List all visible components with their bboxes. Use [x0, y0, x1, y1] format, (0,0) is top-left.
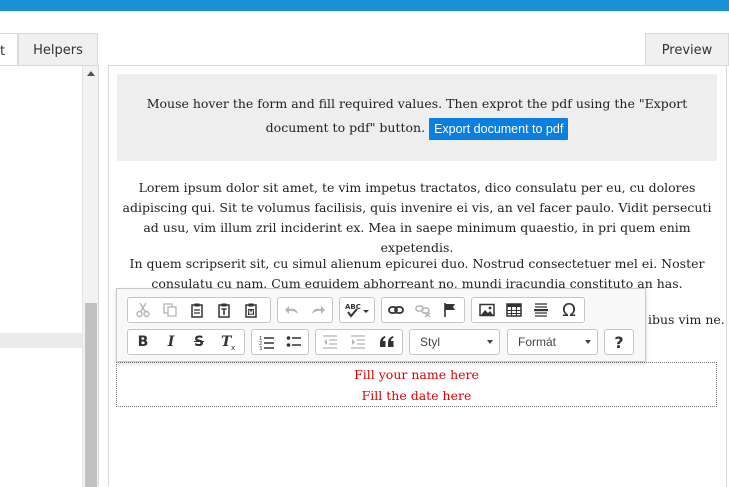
spellcheck-icon[interactable]: ABC [341, 298, 375, 322]
editable-region[interactable]: Fill your name here Fill the date here [116, 362, 717, 407]
tab-helpers[interactable]: Helpers [18, 33, 98, 66]
horizontal-rule-icon[interactable] [528, 298, 554, 322]
blockquote-icon[interactable] [374, 330, 400, 354]
help-button[interactable]: ? [606, 330, 632, 354]
anchor-icon[interactable] [437, 298, 463, 322]
left-scrollbar[interactable] [82, 66, 98, 487]
unlink-icon[interactable] [410, 298, 436, 322]
editor-toolbar: ABC Ω B I S Tx 123 Styl Formát ? [116, 288, 646, 362]
indent-group [315, 329, 403, 355]
svg-text:3: 3 [259, 346, 262, 350]
bulleted-list-icon[interactable] [281, 330, 307, 354]
special-char-icon[interactable]: Ω [556, 298, 582, 322]
top-bar [0, 0, 729, 11]
indent-icon[interactable] [345, 330, 371, 354]
date-field[interactable]: Fill the date here [117, 385, 716, 406]
list-group: 123 [251, 329, 309, 355]
tab-partial-label: t [0, 44, 6, 59]
left-selected-row[interactable] [0, 333, 82, 348]
table-icon[interactable] [501, 298, 527, 322]
redo-icon[interactable] [305, 298, 331, 322]
paste-text-icon[interactable] [211, 298, 237, 322]
chevron-down-icon [487, 340, 493, 344]
style-combo[interactable]: Styl [409, 329, 500, 355]
svg-text:x: x [231, 344, 235, 351]
spellcheck-group: ABC [339, 297, 375, 323]
insert-group: Ω [471, 297, 585, 323]
numbered-list-icon[interactable]: 123 [254, 330, 280, 354]
history-group [277, 297, 333, 323]
format-combo[interactable]: Formát [507, 329, 598, 355]
export-pdf-button[interactable]: Export document to pdf [429, 117, 569, 140]
svg-text:ABC: ABC [345, 303, 361, 311]
name-field[interactable]: Fill your name here [117, 364, 716, 385]
tab-preview[interactable]: Preview [645, 33, 729, 66]
link-icon[interactable] [383, 298, 409, 322]
outdent-icon[interactable] [317, 330, 343, 354]
paste-icon[interactable] [184, 298, 210, 322]
copy-icon[interactable] [157, 298, 183, 322]
info-box: Mouse hover the form and fill required v… [117, 74, 717, 161]
scroll-up-arrow-icon[interactable] [87, 71, 95, 76]
remove-format-icon[interactable]: Tx [216, 330, 242, 354]
undo-icon[interactable] [279, 298, 305, 322]
tab-partial[interactable]: t [0, 33, 18, 66]
clipboard-group [127, 297, 271, 323]
format-combo-label: Formát [518, 335, 557, 349]
link-group [381, 297, 465, 323]
paragraph-3-fragment: ibus vim ne. [648, 312, 725, 327]
paragraph-1: Lorem ipsum dolor sit amet, te vim impet… [122, 180, 712, 255]
basic-styles-group: B I S Tx [127, 329, 245, 355]
scroll-thumb[interactable] [85, 303, 97, 487]
italic-icon[interactable]: I [158, 330, 184, 354]
left-panel [0, 65, 99, 487]
strike-icon[interactable]: S [186, 330, 212, 354]
info-text: Mouse hover the form and fill required v… [146, 96, 688, 135]
help-group: ? [604, 329, 634, 355]
cut-icon[interactable] [130, 298, 156, 322]
bold-icon[interactable]: B [130, 330, 156, 354]
image-icon[interactable] [474, 298, 500, 322]
chevron-down-icon [585, 340, 591, 344]
style-combo-label: Styl [420, 335, 441, 349]
left-tabs: t Helpers [0, 33, 100, 66]
paste-word-icon[interactable] [238, 298, 264, 322]
